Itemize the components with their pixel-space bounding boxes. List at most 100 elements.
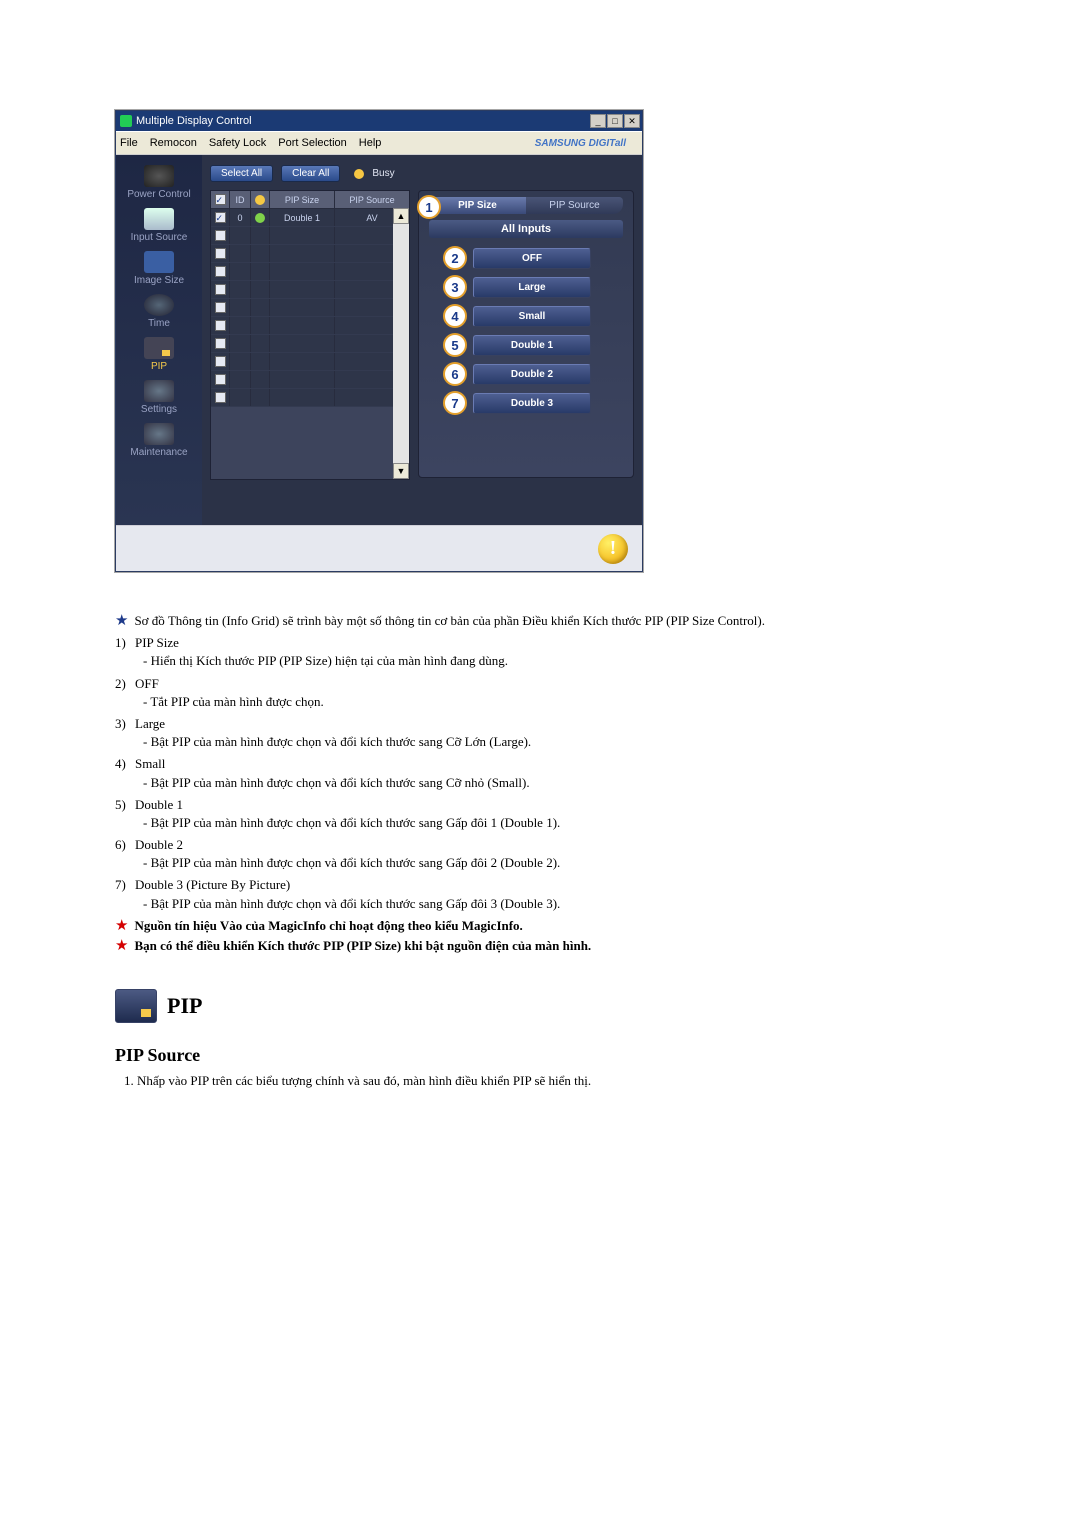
list-number: 2) (115, 675, 135, 693)
sidebar: Power Control Input Source Image Size Ti… (116, 155, 202, 525)
sidebar-item-label: Power Control (127, 189, 190, 200)
cell-pip-size (270, 263, 335, 280)
list-title: Double 1 (135, 797, 183, 812)
tab-pip-size[interactable]: PIP Size (429, 197, 526, 214)
scroll-track[interactable] (393, 224, 409, 463)
checkbox-icon[interactable] (215, 392, 226, 403)
checkbox-icon[interactable] (215, 212, 226, 223)
pip-source-heading: PIP Source (115, 1045, 953, 1066)
list-title: Small (135, 756, 165, 771)
close-button[interactable]: ✕ (624, 114, 640, 128)
check-all-icon[interactable] (215, 194, 226, 205)
table-row[interactable] (211, 353, 409, 371)
list-item: 1)PIP Size- Hiển thị Kích thước PIP (PIP… (115, 634, 953, 670)
star-icon: ★ (115, 917, 128, 935)
sidebar-item-label: Image Size (134, 275, 184, 286)
sidebar-item-time[interactable]: Time (116, 290, 202, 331)
menu-help[interactable]: Help (359, 137, 382, 149)
cell-pip-size (270, 335, 335, 352)
grid-scrollbar[interactable]: ▲ ▼ (393, 208, 409, 479)
cell-id (230, 335, 251, 352)
table-row[interactable] (211, 335, 409, 353)
list-subtext: - Bật PIP của màn hình được chọn và đổi … (115, 774, 953, 792)
sidebar-item-maintenance[interactable]: Maintenance (116, 419, 202, 460)
note-magicinfo: ★ Nguồn tín hiệu Vào của MagicInfo chỉ h… (115, 917, 953, 935)
menu-safety-lock[interactable]: Safety Lock (209, 137, 266, 149)
cell-id (230, 299, 251, 316)
table-row[interactable] (211, 227, 409, 245)
pip-size-button-double 3[interactable]: Double 3 (473, 393, 591, 414)
col-pip-size[interactable]: PIP Size (270, 191, 335, 208)
cell-id (230, 371, 251, 388)
menu-port-selection[interactable]: Port Selection (278, 137, 346, 149)
table-row[interactable] (211, 281, 409, 299)
cell-id (230, 245, 251, 262)
col-status[interactable] (251, 191, 270, 208)
pip-size-button-double 2[interactable]: Double 2 (473, 364, 591, 385)
step-1: Nhấp vào PIP trên các biểu tượng chính v… (137, 1072, 953, 1090)
checkbox-icon[interactable] (215, 248, 226, 259)
checkbox-icon[interactable] (215, 356, 226, 367)
cell-status (251, 389, 270, 406)
pip-size-button-small[interactable]: Small (473, 306, 591, 327)
table-row[interactable]: 0Double 1AV (211, 209, 409, 227)
sidebar-item-image-size[interactable]: Image Size (116, 247, 202, 288)
pip-size-button-double 1[interactable]: Double 1 (473, 335, 591, 356)
list-title: Double 2 (135, 837, 183, 852)
checkbox-icon[interactable] (215, 338, 226, 349)
cell-pip-size (270, 371, 335, 388)
sidebar-item-input-source[interactable]: Input Source (116, 204, 202, 245)
table-row[interactable] (211, 371, 409, 389)
clear-all-button[interactable]: Clear All (281, 165, 340, 182)
callout-4: 4 (443, 304, 467, 328)
checkbox-icon[interactable] (215, 374, 226, 385)
callout-3: 3 (443, 275, 467, 299)
checkbox-icon[interactable] (215, 302, 226, 313)
col-check[interactable] (211, 191, 230, 208)
table-row[interactable] (211, 317, 409, 335)
callout-1: 1 (417, 195, 441, 219)
info-icon[interactable]: ! (598, 534, 628, 564)
pip-size-panel: 1 PIP Size PIP Source All Inputs 2OFF3La… (418, 190, 634, 478)
list-item: 2)OFF- Tắt PIP của màn hình được chọn. (115, 675, 953, 711)
scroll-down-icon[interactable]: ▼ (393, 463, 409, 479)
pip-size-option: 4 Small (443, 304, 623, 328)
cell-status (251, 245, 270, 262)
checkbox-icon[interactable] (215, 230, 226, 241)
list-title: Double 3 (Picture By Picture) (135, 877, 290, 892)
pip-size-button-off[interactable]: OFF (473, 248, 591, 269)
sidebar-item-label: Time (148, 318, 170, 329)
max-button[interactable]: □ (607, 114, 623, 128)
cell-status (251, 371, 270, 388)
table-row[interactable] (211, 389, 409, 407)
sidebar-item-power-control[interactable]: Power Control (116, 161, 202, 202)
select-all-button[interactable]: Select All (210, 165, 273, 182)
col-pip-source[interactable]: PIP Source (335, 191, 409, 208)
checkbox-icon[interactable] (215, 320, 226, 331)
pip-size-button-large[interactable]: Large (473, 277, 591, 298)
col-id[interactable]: ID (230, 191, 251, 208)
titlebar[interactable]: Multiple Display Control _ □ ✕ (116, 111, 642, 131)
table-row[interactable] (211, 263, 409, 281)
min-button[interactable]: _ (590, 114, 606, 128)
menu-file[interactable]: File (120, 137, 138, 149)
checkbox-icon[interactable] (215, 284, 226, 295)
scroll-up-icon[interactable]: ▲ (393, 208, 409, 224)
sidebar-item-pip[interactable]: PIP (116, 333, 202, 374)
menu-remocon[interactable]: Remocon (150, 137, 197, 149)
application-window: Multiple Display Control _ □ ✕ File Remo… (115, 110, 643, 572)
table-row[interactable] (211, 245, 409, 263)
sidebar-item-settings[interactable]: Settings (116, 376, 202, 417)
menubar: File Remocon Safety Lock Port Selection … (116, 131, 642, 155)
cell-status (251, 209, 270, 226)
table-row[interactable] (211, 299, 409, 317)
busy-label: Busy (372, 168, 394, 179)
list-number: 5) (115, 796, 135, 814)
sidebar-item-label: Input Source (131, 232, 188, 243)
list-subtext: - Hiển thị Kích thước PIP (PIP Size) hiệ… (115, 652, 953, 670)
tab-pip-source[interactable]: PIP Source (526, 197, 623, 214)
checkbox-icon[interactable] (215, 266, 226, 277)
list-number: 1) (115, 634, 135, 652)
list-subtext: - Tắt PIP của màn hình được chọn. (115, 693, 953, 711)
all-inputs-label: All Inputs (429, 220, 623, 238)
